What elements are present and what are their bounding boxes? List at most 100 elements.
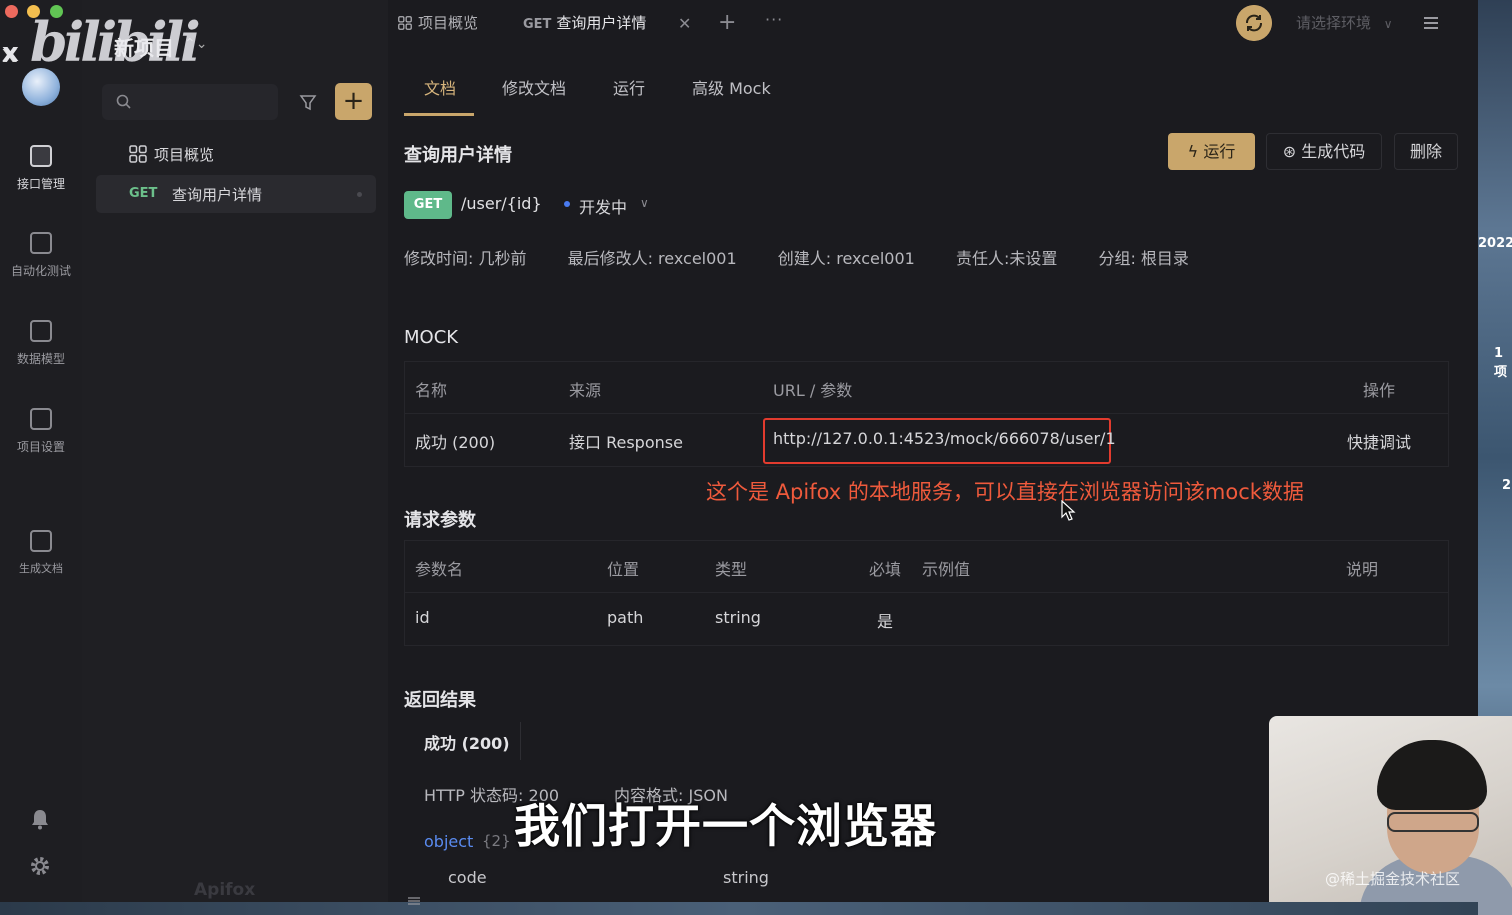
desktop-text: 2: [1502, 478, 1512, 493]
filter-icon[interactable]: [292, 86, 324, 118]
rail-item-automation-test[interactable]: 自动化测试: [0, 232, 82, 279]
lightning-icon: ϟ: [1187, 142, 1199, 161]
generate-code-button[interactable]: ⊛ 生成代码: [1266, 133, 1382, 170]
tree-item-overview[interactable]: 项目概览: [96, 135, 376, 173]
rail-item-generate-docs[interactable]: 生成文档: [0, 530, 82, 576]
rail-item-label: 项目设置: [16, 440, 65, 454]
grid-icon: [398, 16, 412, 30]
code-icon: ⊛: [1282, 142, 1297, 161]
group: 分组: 根目录: [1098, 249, 1189, 268]
more-dot-icon[interactable]: [357, 192, 362, 197]
param-name: id: [415, 608, 430, 627]
param-location: path: [607, 608, 644, 627]
owner: 责任人:未设置: [955, 249, 1058, 268]
sub-tabs: 文档 修改文档 运行 高级 Mock: [404, 62, 1464, 116]
active-tab-indicator: [404, 113, 474, 116]
run-button[interactable]: ϟ 运行: [1168, 133, 1255, 170]
grid-icon: [129, 145, 147, 163]
automation-test-icon: [30, 232, 52, 254]
search-icon: [116, 94, 131, 109]
column-header: 参数名: [415, 560, 464, 579]
response-tab-success[interactable]: 成功 (200): [424, 730, 510, 754]
rail-item-label: 数据模型: [16, 352, 65, 366]
data-model-icon: [30, 320, 52, 342]
tree-item-label: 查询用户详情: [172, 186, 263, 204]
subtab-edit-doc[interactable]: 修改文档: [502, 75, 566, 99]
search-input[interactable]: [102, 84, 278, 120]
quick-debug-link[interactable]: 快捷调试: [1347, 429, 1411, 453]
bilibili-logo-watermark: bilibili: [30, 10, 201, 74]
desktop-text: 2022: [1478, 236, 1512, 251]
mock-url-link[interactable]: http://127.0.0.1:4523/mock/666078/user/1: [773, 429, 1116, 448]
environment-select[interactable]: 请选择环境 ∨: [1284, 6, 1414, 40]
rail-item-label: 生成文档: [19, 562, 63, 575]
project-sidebar: x 新项目 ⌃⌄ + 项目概览 GET 查询用户详情 Apifox: [2, 0, 388, 915]
juejin-watermark: @稀土掘金技术社区: [1325, 870, 1461, 888]
method-label: GET: [523, 17, 552, 32]
mouse-cursor-icon: [1061, 500, 1076, 521]
tab-api-detail[interactable]: GET 查询用户详情: [523, 0, 647, 46]
api-management-icon: [30, 145, 52, 167]
tab-overview[interactable]: 项目概览: [398, 0, 478, 46]
subtab-run[interactable]: 运行: [613, 75, 645, 99]
rail-item-project-settings[interactable]: 项目设置: [0, 408, 82, 455]
subtab-doc[interactable]: 文档: [424, 75, 456, 99]
webcam-overlay: @稀土掘金技术社区: [1269, 716, 1512, 915]
person-hair: [1377, 740, 1487, 810]
tree-item-api[interactable]: GET 查询用户详情: [96, 175, 376, 213]
method-label: GET: [129, 186, 158, 201]
response-section-title: 返回结果: [404, 690, 476, 711]
bell-icon[interactable]: [31, 808, 49, 830]
mock-name: 成功 (200): [415, 433, 496, 452]
apifox-watermark: Apifox: [194, 880, 256, 900]
dock-strip: [0, 902, 1478, 915]
annotation-text: 这个是 Apifox 的本地服务，可以直接在浏览器访问该mock数据: [706, 480, 1304, 504]
column-header: 必填: [869, 560, 902, 579]
rail-item-api-management[interactable]: 接口管理: [0, 145, 82, 192]
close-tab-icon[interactable]: ✕: [678, 14, 691, 33]
new-tab-button[interactable]: +: [718, 10, 736, 35]
rail-item-data-model[interactable]: 数据模型: [0, 320, 82, 367]
mock-section-title: MOCK: [404, 327, 459, 348]
column-header: 操作: [1363, 381, 1396, 400]
project-settings-icon: [30, 408, 52, 430]
rail-item-label: 接口管理: [16, 177, 65, 191]
divider: [520, 722, 521, 760]
subtab-advanced-mock[interactable]: 高级 Mock: [692, 75, 771, 99]
param-required: 是: [877, 612, 894, 631]
video-subtitle: 我们打开一个浏览器: [514, 799, 937, 853]
generate-docs-icon: [30, 530, 52, 552]
schema-object-type[interactable]: object: [424, 832, 473, 851]
table-row: 成功 (200) 接口 Response http://127.0.0.1:45…: [405, 414, 1448, 466]
last-editor: 最后修改人: rexcel001: [567, 249, 737, 268]
add-button[interactable]: +: [335, 83, 372, 120]
list-icon[interactable]: [408, 896, 420, 906]
schema-field-type: string: [723, 868, 769, 887]
more-tabs-button[interactable]: ···: [765, 10, 783, 29]
close-window-button[interactable]: [5, 5, 18, 18]
table-row: id path string 是: [405, 593, 1448, 645]
method-badge: GET: [404, 191, 452, 219]
modified-time: 修改时间: 几秒前: [404, 249, 527, 268]
table-header: 参数名 位置 类型 必填 示例值 说明: [405, 541, 1448, 593]
param-type: string: [715, 608, 761, 627]
left-rail: 接口管理 自动化测试 数据模型 项目设置 生成文档: [0, 0, 82, 915]
bilibili-close-mark: x: [2, 38, 19, 68]
status-dot: [564, 201, 570, 207]
person-glasses: [1387, 812, 1479, 832]
chevron-down-icon[interactable]: ∨: [640, 196, 649, 210]
column-header: 名称: [415, 381, 448, 400]
status-select[interactable]: 开发中: [579, 194, 627, 218]
sync-icon[interactable]: [1236, 5, 1272, 41]
menu-icon[interactable]: [1416, 6, 1446, 40]
meta-row: 修改时间: 几秒前 最后修改人: rexcel001 创建人: rexcel00…: [404, 245, 1225, 269]
table-header: 名称 来源 URL / 参数 操作: [405, 362, 1448, 414]
schema-field-name: code: [448, 868, 487, 887]
creator: 创建人: rexcel001: [777, 249, 915, 268]
column-header: 说明: [1346, 560, 1379, 579]
api-path: /user/{id}: [461, 194, 542, 213]
mock-table: 名称 来源 URL / 参数 操作 成功 (200) 接口 Response h…: [404, 361, 1449, 467]
delete-button[interactable]: 删除: [1394, 133, 1458, 170]
gear-icon[interactable]: [30, 856, 50, 876]
tab-label: 查询用户详情: [556, 14, 647, 32]
